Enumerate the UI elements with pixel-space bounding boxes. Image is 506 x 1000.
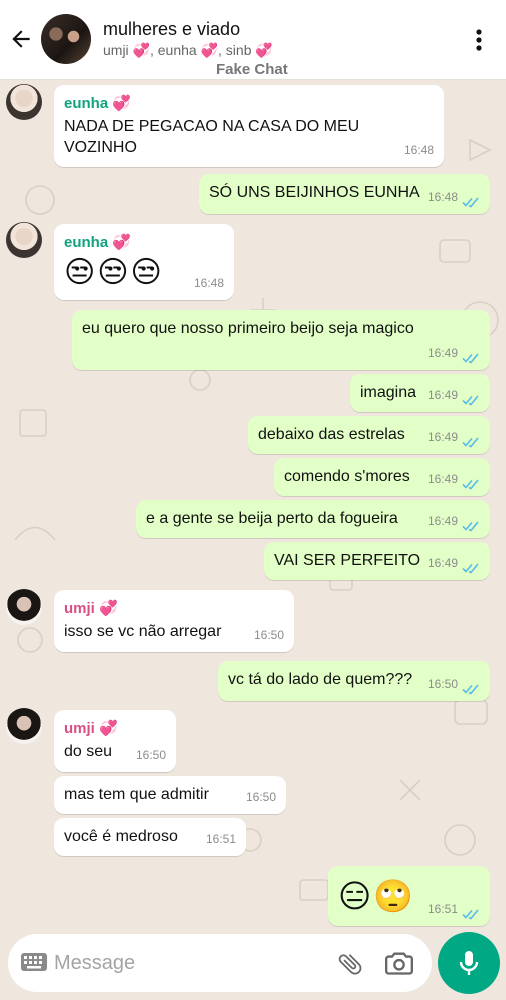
message-bubble-incoming[interactable]: eunha 💞 NADA DE PEGACAO NA CASA DO MEU V… [54, 85, 444, 167]
message-time: 16:48 [427, 190, 458, 204]
avatar-umji[interactable] [6, 708, 42, 744]
fake-chat-label: Fake Chat [216, 61, 288, 78]
message-bubble-outgoing[interactable]: 😑🙄 16:51 [328, 866, 490, 926]
chat-header: mulheres e viado umji 💞, eunha 💞, sinb 💞… [0, 0, 506, 80]
message-text: NADA DE PEGACAO NA CASA DO MEU VOZINHO [64, 118, 360, 156]
message-bubble-outgoing[interactable]: vc tá do lado de quem??? 16:50 [218, 661, 490, 701]
message-text: mas tem que admitir [64, 786, 209, 803]
message-time: 16:51 [427, 902, 458, 916]
message-time: 16:51 [205, 832, 236, 846]
avatar-eunha[interactable] [6, 84, 42, 120]
message-text: eu quero que nosso primeiro beijo seja m… [82, 320, 414, 337]
chat-wallpaper [14, 138, 499, 971]
message-time: 16:50 [253, 628, 284, 642]
message-time: 16:50 [245, 790, 276, 804]
message-bubble-incoming[interactable]: mas tem que admitir 16:50 [54, 776, 286, 814]
message-time: 16:49 [427, 388, 458, 402]
message-bubble-incoming[interactable]: umji 💞 isso se vc não arregar 16:50 [54, 590, 294, 652]
message-composer [8, 934, 432, 992]
message-bubble-outgoing[interactable]: eu quero que nosso primeiro beijo seja m… [72, 310, 490, 370]
back-arrow-icon[interactable] [8, 26, 34, 52]
message-time: 16:49 [427, 556, 458, 570]
message-time: 16:48 [403, 143, 434, 157]
message-text: isso se vc não arregar [64, 623, 222, 640]
chat-title[interactable]: mulheres e viado [103, 19, 240, 40]
message-time: 16:49 [427, 472, 458, 486]
message-bubble-outgoing[interactable]: comendo s'mores 16:49 [274, 458, 490, 496]
double-check-icon [462, 437, 479, 448]
message-time: 16:48 [193, 276, 224, 290]
double-check-icon [462, 395, 479, 406]
message-input[interactable] [54, 948, 324, 978]
message-bubble-outgoing[interactable]: imagina 16:49 [350, 374, 490, 412]
double-check-icon [462, 479, 479, 490]
mic-icon [459, 951, 479, 975]
message-time: 16:50 [427, 677, 458, 691]
message-bubble-outgoing[interactable]: debaixo das estrelas 16:49 [248, 416, 490, 454]
mic-button[interactable] [438, 932, 500, 994]
paperclip-icon[interactable] [336, 950, 364, 978]
message-bubble-incoming[interactable]: eunha 💞 😒😒😒 16:48 [54, 224, 234, 300]
message-time: 16:49 [427, 430, 458, 444]
message-time: 16:49 [427, 514, 458, 528]
double-check-icon [462, 197, 479, 208]
double-check-icon [462, 684, 479, 695]
group-avatar[interactable] [41, 14, 91, 64]
double-check-icon [462, 909, 479, 920]
more-vert-icon[interactable] [470, 27, 488, 53]
double-check-icon [462, 521, 479, 532]
double-check-icon [462, 563, 479, 574]
message-time: 16:50 [135, 748, 166, 762]
message-bubble-outgoing[interactable]: VAI SER PERFEITO 16:49 [264, 542, 490, 580]
sender-name: umji 💞 [64, 600, 118, 617]
message-emoji: 😑🙄 [338, 878, 416, 914]
message-bubble-outgoing[interactable]: e a gente se beija perto da fogueira 16:… [136, 500, 490, 538]
avatar-umji[interactable] [6, 589, 42, 625]
sender-name: eunha 💞 [64, 234, 132, 251]
sender-name: eunha 💞 [64, 95, 132, 112]
message-bubble-incoming[interactable]: você é medroso 16:51 [54, 818, 246, 856]
double-check-icon [462, 353, 479, 364]
keyboard-icon[interactable] [20, 952, 48, 972]
avatar-eunha[interactable] [6, 222, 42, 258]
message-time: 16:49 [427, 346, 458, 360]
message-bubble-incoming[interactable]: umji 💞 do seu 16:50 [54, 710, 176, 772]
sender-name: umji 💞 [64, 720, 118, 737]
camera-icon[interactable] [385, 950, 413, 976]
chat-members: umji 💞, eunha 💞, sinb 💞 [103, 42, 273, 58]
message-bubble-outgoing[interactable]: SÓ UNS BEIJINHOS EUNHA 16:48 [199, 174, 490, 214]
